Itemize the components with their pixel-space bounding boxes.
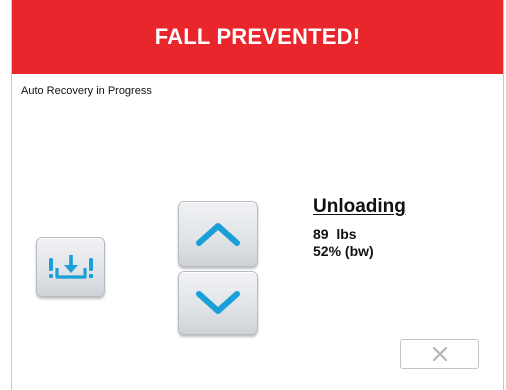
recovery-button[interactable] (36, 237, 105, 297)
unloading-panel: Unloading 89 lbs 52% (bw) (313, 196, 406, 260)
decrease-unloading-button[interactable] (178, 271, 258, 335)
fall-prevented-screen: FALL PREVENTED! Auto Recovery in Progres… (11, 0, 504, 390)
unloading-percent: 52% (bw) (313, 243, 374, 259)
alert-header: FALL PREVENTED! (12, 0, 503, 74)
unloading-weight: 89 lbs (313, 226, 357, 242)
unload-recovery-icon (48, 255, 93, 279)
unloading-title: Unloading (313, 196, 406, 217)
status-text: Auto Recovery in Progress (21, 85, 152, 97)
alert-title: FALL PREVENTED! (154, 24, 361, 49)
increase-unloading-button[interactable] (178, 201, 258, 267)
chevron-down-icon (196, 291, 240, 314)
chevron-up-icon (196, 223, 240, 246)
close-button[interactable] (400, 339, 479, 369)
close-icon (432, 346, 447, 362)
